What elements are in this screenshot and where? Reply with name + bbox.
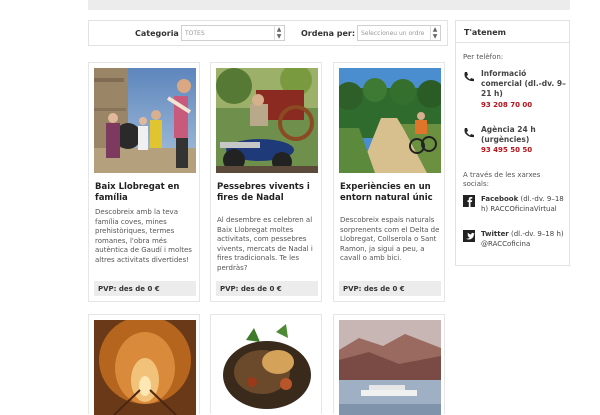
card-price: PVP: des de 0 € bbox=[216, 281, 318, 296]
order-label: Ordena per: bbox=[301, 29, 356, 38]
phone-icon bbox=[464, 128, 474, 138]
gastronomy-photo[interactable] bbox=[216, 320, 318, 415]
product-card[interactable] bbox=[88, 314, 200, 415]
chevron-updown-icon: ▲ ▼ bbox=[274, 26, 283, 40]
phone-icon bbox=[464, 72, 474, 82]
product-card[interactable] bbox=[333, 314, 445, 415]
card-description: Descobreix espais naturals sorprenents c… bbox=[340, 216, 440, 262]
card-price: PVP: des de 0 € bbox=[94, 281, 196, 296]
commercial-info-title: Informació comercial (dl.-dv. 9–21 h) bbox=[481, 69, 566, 98]
facebook-icon[interactable] bbox=[463, 195, 475, 207]
twitter-icon[interactable] bbox=[463, 230, 475, 242]
category-select[interactable]: TOTES ▲ ▼ bbox=[181, 25, 285, 41]
family-photo[interactable] bbox=[94, 68, 196, 173]
filter-bar: Categoria TOTES ▲ ▼ Ordena per: Seleccion… bbox=[88, 20, 448, 46]
twitter-name: Twitter bbox=[481, 230, 509, 238]
social-label: A través de les xarxes socials: bbox=[463, 171, 541, 188]
christmas-market-photo[interactable] bbox=[216, 68, 318, 173]
chevron-updown-icon: ▲ ▼ bbox=[430, 26, 439, 40]
top-bar bbox=[88, 0, 570, 10]
card-price: PVP: des de 0 € bbox=[339, 281, 441, 296]
agency-phone[interactable]: 93 495 50 50 bbox=[481, 146, 532, 154]
agency-title: Agència 24 h (urgències) bbox=[481, 125, 536, 144]
category-label: Categoria bbox=[135, 29, 179, 38]
card-title[interactable]: Experiències en un entorn natural únic bbox=[340, 182, 444, 204]
product-card[interactable]: Baix Llobregat en família Descobreix amb… bbox=[88, 62, 200, 302]
product-card[interactable]: Pessebres vivents i fires de Nadal Al de… bbox=[210, 62, 322, 302]
product-card[interactable]: Experiències en un entorn natural únic D… bbox=[333, 62, 445, 302]
card-title[interactable]: Baix Llobregat en família bbox=[95, 182, 199, 204]
contact-sidebar: T'atenem Per telèfon: Informació comerci… bbox=[455, 20, 570, 266]
facebook-link[interactable]: Facebook (dl.-dv. 9–18 h) RACCOficinaVir… bbox=[481, 194, 569, 214]
mine-tunnel-photo[interactable] bbox=[94, 320, 196, 415]
card-description: Al desembre es celebren al Baix Llobrega… bbox=[217, 216, 313, 272]
order-select[interactable]: Seleccioneu un ordre ▲ ▼ bbox=[357, 25, 441, 41]
commercial-phone[interactable]: 93 208 70 00 bbox=[481, 101, 532, 109]
nature-trail-photo[interactable] bbox=[339, 68, 441, 173]
sidebar-title: T'atenem bbox=[456, 21, 569, 43]
by-phone-label: Per telèfon: bbox=[463, 53, 504, 61]
category-select-value: TOTES bbox=[185, 30, 205, 37]
order-select-value: Seleccioneu un ordre bbox=[361, 30, 425, 37]
facebook-name: Facebook bbox=[481, 195, 519, 203]
twitter-link[interactable]: Twitter (dl.-dv. 9–18 h) @RACCoficina bbox=[481, 229, 569, 249]
product-card[interactable] bbox=[210, 314, 322, 415]
card-title[interactable]: Pessebres vivents i fires de Nadal bbox=[217, 182, 321, 204]
coast-cruise-photo[interactable] bbox=[339, 320, 441, 415]
card-description: Descobreix amb la teva família coves, mi… bbox=[95, 208, 192, 264]
